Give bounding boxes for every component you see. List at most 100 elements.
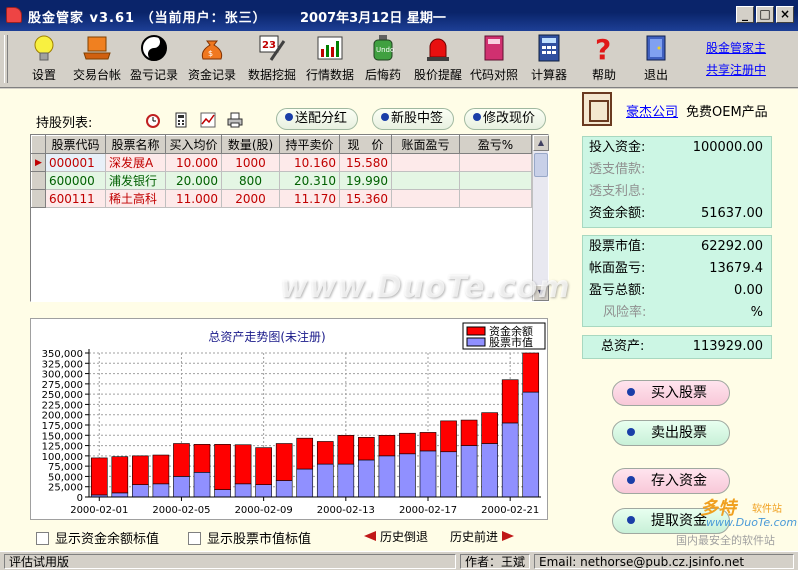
bar-cash-balance <box>111 456 129 494</box>
grid-header-row: 股票代码 股票名称 买入均价 数量(股) 持平卖价 现 价 账面盈亏 盈亏% <box>31 135 532 154</box>
show-cash-check[interactable]: 显示资金余额标值 <box>36 528 159 547</box>
history-back-button[interactable]: 历史倒退 <box>364 528 428 545</box>
company-link[interactable]: 豪杰公司 <box>626 101 678 120</box>
table-row[interactable]: 600000 浦发银行 20.000 800 20.310 19.990 <box>31 171 532 190</box>
bar-cash-balance <box>296 437 314 470</box>
scroll-up-icon[interactable]: ▲ <box>533 135 549 151</box>
cell-breakeven: 20.310 <box>279 171 340 190</box>
maximize-button[interactable]: □ <box>756 6 774 23</box>
bar-cash-balance <box>234 444 252 485</box>
price-alert-label: 股价提醒 <box>413 68 462 82</box>
bar-market-value <box>132 484 149 498</box>
chart-legend: 资金余额 股票市值 <box>462 322 546 350</box>
watermark-logo-url: www.DuoTe.com <box>706 516 798 529</box>
bar-cash-balance <box>214 444 231 490</box>
table-row[interactable]: ▶ 000001 深发展A 10.000 1000 10.160 15.580 <box>31 153 532 172</box>
book-icon <box>479 33 509 63</box>
cell-code: 000001 <box>45 153 106 172</box>
cell-name: 深发展A <box>105 153 166 172</box>
y-tick-label: 100,000 <box>42 452 83 463</box>
exit-button[interactable]: 退出 <box>636 33 676 85</box>
close-button[interactable]: × <box>776 6 794 23</box>
price-alert-button[interactable]: 股价提醒 <box>410 33 466 85</box>
holdings-label: 持股列表: <box>36 116 93 131</box>
col-price[interactable]: 现 价 <box>339 135 392 154</box>
dividend-label: 送配分红 <box>295 111 348 126</box>
col-quantity[interactable]: 数量(股) <box>221 135 280 154</box>
homepage-link[interactable]: 股金管家主 <box>706 37 766 59</box>
fund-record-button[interactable]: $ 资金记录 <box>186 33 238 85</box>
watermark-text: www.DuoTe.com <box>280 270 571 305</box>
scroll-thumb[interactable] <box>534 153 548 177</box>
bar-market-value <box>111 492 129 498</box>
cell-pl <box>391 153 460 172</box>
printer-icon[interactable] <box>226 111 244 129</box>
bullet-icon <box>627 388 635 396</box>
bar-cash-balance <box>275 443 293 481</box>
minimize-button[interactable]: _ <box>736 6 754 23</box>
alarm-clock-icon[interactable] <box>144 111 162 129</box>
y-tick-label: 25,000 <box>48 483 83 494</box>
market-data-label: 行情数据 <box>305 68 354 82</box>
exit-door-icon <box>641 33 671 63</box>
toolbar-grip[interactable] <box>4 35 8 83</box>
table-row[interactable]: 600111 稀土高科 11.000 2000 11.170 15.360 <box>31 189 532 208</box>
window-title: 股金管家 v3.61 （当前用户：张三） <box>28 11 267 26</box>
y-tick-label: 350,000 <box>42 349 83 360</box>
data-mining-button[interactable]: 23 数据挖掘 <box>246 33 298 85</box>
bar-market-value <box>255 484 272 498</box>
register-center-link[interactable]: 共享注册中 <box>706 59 766 81</box>
chart-title: 总资产走势图(未注册) <box>208 329 325 344</box>
code-lookup-button[interactable]: 代码对照 <box>468 33 520 85</box>
calculator-label: 计算器 <box>530 68 567 82</box>
line-chart-icon[interactable] <box>199 111 217 129</box>
col-breakeven[interactable]: 持平卖价 <box>279 135 340 154</box>
status-bar: 评估试用版 作者：王斌 Email: nethorse@pub.cz.jsinf… <box>0 551 798 570</box>
col-book-pl[interactable]: 账面盈亏 <box>391 135 460 154</box>
buy-stock-button[interactable]: 买入股票 <box>612 380 730 406</box>
col-buy-price[interactable]: 买入均价 <box>165 135 222 154</box>
show-mv-check[interactable]: 显示股票市值标值 <box>188 528 311 547</box>
help-button[interactable]: ? 帮助 <box>584 33 624 85</box>
dividend-button[interactable]: 送配分红 <box>276 108 359 130</box>
history-back-label: 历史倒退 <box>380 530 429 544</box>
y-tick-label: 75,000 <box>48 462 83 473</box>
pl-record-label: 盈亏记录 <box>129 68 178 82</box>
bullet-icon <box>627 516 635 524</box>
fund-record-label: 资金记录 <box>187 68 236 82</box>
deposit-button[interactable]: 存入资金 <box>612 468 730 494</box>
toolbar: 设置 交易台帐 盈亏记录 $ 资金记录 23 数据挖掘 行情数据 Undo 后悔… <box>0 31 798 88</box>
bar-market-value <box>173 476 190 498</box>
col-code[interactable]: 股票代码 <box>45 135 106 154</box>
ipo-button[interactable]: 新股中签 <box>372 108 455 130</box>
bar-market-value <box>378 455 396 498</box>
pl-record-button[interactable]: 盈亏记录 <box>128 33 180 85</box>
bar-cash-balance <box>522 352 540 393</box>
calculator-button[interactable]: 计算器 <box>526 33 572 85</box>
sell-stock-button[interactable]: 卖出股票 <box>612 420 730 446</box>
y-tick-label: 225,000 <box>42 400 83 411</box>
y-tick-label: 300,000 <box>42 370 83 381</box>
checkbox-icon[interactable] <box>36 532 49 545</box>
trade-ledger-button[interactable]: 交易台帐 <box>70 33 124 85</box>
svg-text:23: 23 <box>262 40 276 51</box>
book-pl-label: 帐面盈亏: <box>589 261 646 276</box>
calculator-icon <box>534 33 564 63</box>
settings-button[interactable]: 设置 <box>24 33 64 85</box>
lightbulb-icon <box>29 33 59 63</box>
bar-cash-balance <box>460 419 478 446</box>
undo-button[interactable]: Undo 后悔药 <box>362 33 404 85</box>
edit-price-button[interactable]: 修改现价 <box>464 108 547 130</box>
col-name[interactable]: 股票名称 <box>105 135 166 154</box>
col-pl-pct[interactable]: 盈亏% <box>459 135 532 154</box>
history-forward-button[interactable]: 历史前进 <box>450 528 515 545</box>
bullet-icon <box>627 476 635 484</box>
y-tick-label: 200,000 <box>42 411 83 422</box>
market-data-button[interactable]: 行情数据 <box>304 33 356 85</box>
calculator-small-icon[interactable] <box>172 111 190 129</box>
app-icon[interactable] <box>6 7 22 23</box>
arrow-right-icon <box>502 531 515 541</box>
status-author: 作者：王斌 <box>460 554 530 569</box>
checkbox-icon[interactable] <box>188 532 201 545</box>
bar-cash-balance <box>419 432 437 452</box>
